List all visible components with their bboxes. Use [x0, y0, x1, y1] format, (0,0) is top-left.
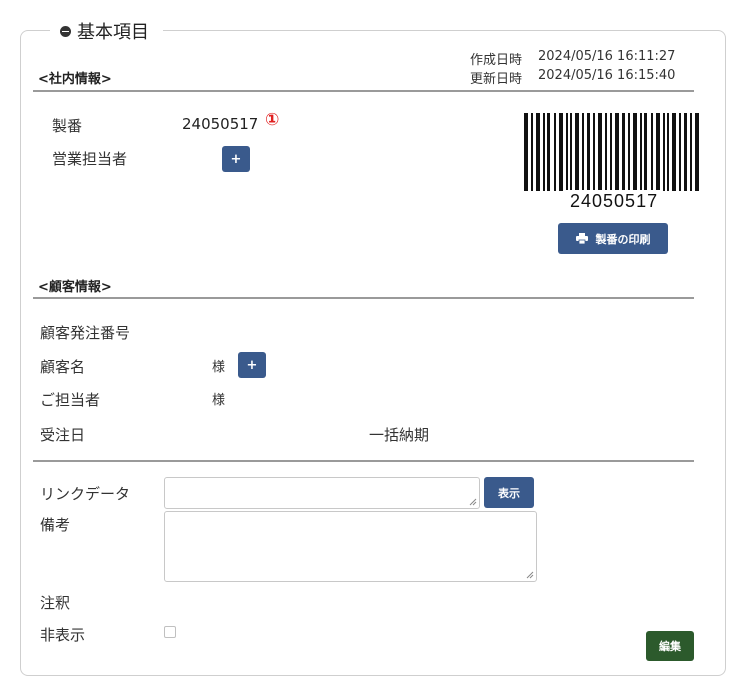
edit-label: 編集: [659, 640, 681, 653]
internal-info-header: <社内情報>: [38, 72, 112, 87]
show-link-button[interactable]: 表示: [484, 477, 534, 508]
customer-divider: [33, 297, 694, 299]
link-data-label: リンクデータ: [40, 485, 131, 503]
link-data-input[interactable]: [164, 477, 480, 509]
plus-icon: +: [230, 151, 242, 167]
printer-icon: [575, 233, 588, 244]
updated-label: 更新日時: [470, 72, 523, 87]
section-legend[interactable]: 基本項目: [50, 18, 163, 44]
show-link-label: 表示: [498, 486, 520, 500]
customer-info-header: <顧客情報>: [38, 280, 112, 295]
misc-divider: [33, 460, 694, 462]
barcode-text: 24050517: [570, 191, 659, 211]
seiban-label: 製番: [52, 117, 83, 135]
section-title: 基本項目: [77, 22, 149, 43]
hidden-checkbox[interactable]: [164, 626, 176, 638]
add-customer-button[interactable]: +: [238, 352, 266, 378]
updated-value: 2024/05/16 16:15:40: [538, 68, 676, 83]
plus-icon: +: [246, 357, 258, 373]
add-sales-rep-button[interactable]: +: [222, 146, 250, 172]
resize-grip-icon[interactable]: [469, 498, 477, 506]
contact-label: ご担当者: [40, 391, 101, 409]
created-label: 作成日時: [470, 53, 523, 68]
created-value: 2024/05/16 16:11:27: [538, 49, 676, 64]
minus-circle-icon[interactable]: [60, 25, 71, 37]
notes-label: 備考: [40, 516, 71, 534]
order-date-label: 受注日: [40, 426, 86, 444]
seiban-value: 24050517: [182, 115, 259, 133]
customer-name-suffix: 様: [212, 360, 226, 375]
edit-button[interactable]: 編集: [646, 631, 694, 661]
annotation-label: 注釈: [40, 594, 71, 612]
sales-rep-label: 営業担当者: [52, 150, 128, 168]
customer-name-label: 顧客名: [40, 358, 86, 376]
print-seiban-label: 製番の印刷: [595, 232, 651, 246]
internal-divider: [33, 90, 694, 92]
customer-order-no-label: 顧客発注番号: [40, 324, 131, 342]
contact-suffix: 様: [212, 393, 226, 408]
notes-textarea[interactable]: [164, 511, 537, 582]
annotation-marker: ①: [265, 110, 280, 130]
bulk-delivery-label: 一括納期: [369, 426, 430, 444]
hidden-label: 非表示: [40, 626, 86, 644]
barcode-image: [524, 113, 699, 191]
resize-grip-icon[interactable]: [526, 571, 534, 579]
print-seiban-button[interactable]: 製番の印刷: [558, 223, 668, 254]
